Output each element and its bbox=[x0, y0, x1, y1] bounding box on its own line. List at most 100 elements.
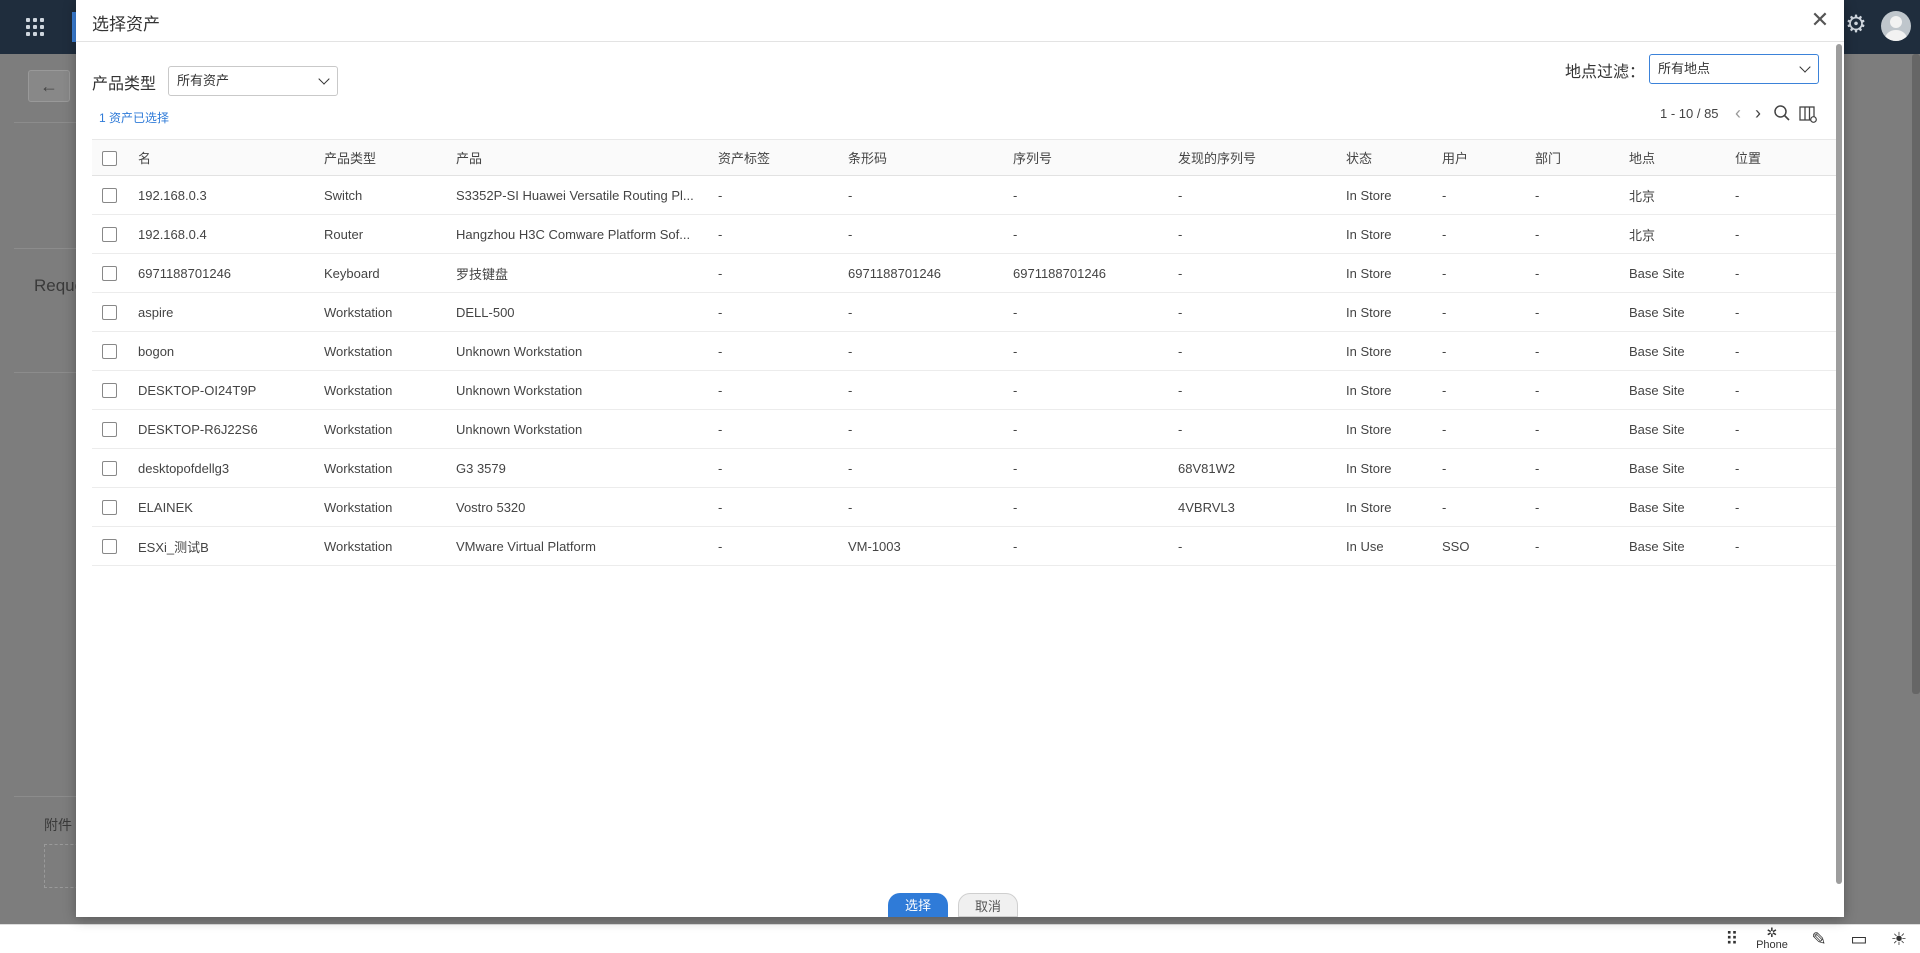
column-header-state[interactable]: 状态 bbox=[1346, 139, 1442, 176]
page-scrollbar[interactable] bbox=[1912, 54, 1920, 694]
divider bbox=[14, 248, 84, 249]
dialog-scrollbar[interactable] bbox=[1836, 44, 1842, 884]
divider bbox=[14, 796, 84, 797]
column-header-serial[interactable]: 序列号 bbox=[1013, 139, 1178, 176]
cell-product-type: Workstation bbox=[324, 292, 456, 332]
cell-asset-tag: - bbox=[718, 448, 848, 488]
cell-user: - bbox=[1442, 409, 1535, 449]
column-header-asset-tag[interactable]: 资产标签 bbox=[718, 139, 848, 176]
cell-location: - bbox=[1735, 526, 1836, 566]
column-header-barcode[interactable]: 条形码 bbox=[848, 139, 1013, 176]
column-header-discovered-serial[interactable]: 发现的序列号 bbox=[1178, 139, 1346, 176]
cell-discovered-serial: - bbox=[1178, 292, 1346, 332]
cell-state: In Store bbox=[1346, 331, 1442, 371]
column-header-department[interactable]: 部门 bbox=[1535, 139, 1629, 176]
row-checkbox[interactable] bbox=[102, 422, 117, 438]
column-header-site[interactable]: 地点 bbox=[1629, 139, 1735, 176]
chevron-right-icon[interactable]: › bbox=[1750, 104, 1766, 122]
cell-location: - bbox=[1735, 292, 1836, 332]
location-filter-select[interactable]: 所有地点 bbox=[1649, 54, 1819, 84]
cell-discovered-serial: - bbox=[1178, 253, 1346, 293]
cell-department: - bbox=[1535, 370, 1629, 410]
product-type-select[interactable]: 所有资产 bbox=[168, 66, 338, 96]
cell-product-type: Workstation bbox=[324, 370, 456, 410]
row-checkbox[interactable] bbox=[102, 266, 117, 282]
close-icon[interactable]: ✕ bbox=[1808, 8, 1832, 32]
cell-user: - bbox=[1442, 331, 1535, 371]
edit-note-icon[interactable]: ✎ bbox=[1808, 929, 1830, 951]
lightbulb-icon[interactable]: ☀ bbox=[1888, 929, 1910, 951]
location-filter-value: 所有地点 bbox=[1658, 61, 1711, 76]
row-checkbox[interactable] bbox=[102, 461, 117, 477]
cell-location: - bbox=[1735, 175, 1836, 215]
table-row[interactable]: desktopofdellg3 Workstation G3 3579- - -68V8… bbox=[92, 448, 1836, 488]
cell-name: DESKTOP-OI24T9P bbox=[138, 370, 324, 410]
table-row[interactable]: aspire Workstation DELL-500- - - - In Store - - B… bbox=[92, 292, 1836, 332]
cell-location: - bbox=[1735, 253, 1836, 293]
table-row[interactable]: bogon Workstation Unknown Workstation - - - - I… bbox=[92, 331, 1836, 371]
select-button[interactable]: 选择 bbox=[888, 893, 948, 917]
table-row[interactable]: 6971188701246 Keyboard 罗技键盘 -6971188701246 6… bbox=[92, 253, 1836, 293]
column-header-location[interactable]: 位置 bbox=[1735, 139, 1836, 176]
cell-barcode: - bbox=[848, 370, 1013, 410]
cell-asset-tag: - bbox=[718, 487, 848, 527]
row-checkbox[interactable] bbox=[102, 227, 117, 243]
cell-barcode: - bbox=[848, 175, 1013, 215]
row-checkbox[interactable] bbox=[102, 188, 117, 204]
column-header-product[interactable]: 产品 bbox=[456, 139, 718, 176]
cell-product: Vostro 5320 bbox=[456, 487, 718, 527]
cell-department: - bbox=[1535, 487, 1629, 527]
table-row[interactable]: ESXi_测试B Workstation VMware Virtual Platfo… bbox=[92, 526, 1836, 566]
row-checkbox[interactable] bbox=[102, 305, 117, 321]
search-icon[interactable] bbox=[1773, 104, 1791, 122]
cell-state: In Store bbox=[1346, 253, 1442, 293]
cell-serial: - bbox=[1013, 409, 1178, 449]
column-header-user[interactable]: 用户 bbox=[1442, 139, 1535, 176]
cell-product-type: Router bbox=[324, 214, 456, 254]
dialpad-icon[interactable]: ⠿ bbox=[1722, 929, 1742, 951]
cell-user: - bbox=[1442, 175, 1535, 215]
cell-serial: - bbox=[1013, 370, 1178, 410]
chevron-left-icon[interactable]: ‹ bbox=[1730, 104, 1746, 122]
divider bbox=[14, 122, 84, 123]
cell-department: - bbox=[1535, 175, 1629, 215]
cell-product-type: Workstation bbox=[324, 526, 456, 566]
table-row[interactable]: 192.168.0.3 Switch S3352P-SI Huawei Versat… bbox=[92, 175, 1836, 215]
column-settings-icon[interactable] bbox=[1799, 105, 1817, 123]
gear-icon[interactable]: ⚙ bbox=[1843, 12, 1869, 38]
cell-department: - bbox=[1535, 409, 1629, 449]
row-checkbox[interactable] bbox=[102, 383, 117, 399]
cell-product: G3 3579 bbox=[456, 448, 718, 488]
cell-site: Base Site bbox=[1629, 487, 1735, 527]
back-arrow-icon[interactable]: ← bbox=[28, 70, 70, 102]
table-row[interactable]: ELAINEK Workstation Vostro 5320- - -4VBRVL3 I… bbox=[92, 487, 1836, 527]
table-row[interactable]: DESKTOP-OI24T9P Workstation Unknown Workst… bbox=[92, 370, 1836, 410]
cell-site: Base Site bbox=[1629, 448, 1735, 488]
cell-barcode: VM-1003 bbox=[848, 526, 1013, 566]
row-checkbox[interactable] bbox=[102, 344, 117, 360]
cancel-button[interactable]: 取消 bbox=[958, 893, 1018, 917]
cell-barcode: - bbox=[848, 409, 1013, 449]
cell-discovered-serial: - bbox=[1178, 526, 1346, 566]
table-row[interactable]: 192.168.0.4 Router Hangzhou H3C Comware Pl… bbox=[92, 214, 1836, 254]
product-type-value: 所有资产 bbox=[177, 73, 230, 88]
cell-asset-tag: - bbox=[718, 409, 848, 449]
location-filter-label: 地点过滤： bbox=[1565, 64, 1646, 81]
cell-discovered-serial: - bbox=[1178, 331, 1346, 371]
column-header-product-type[interactable]: 产品类型 bbox=[324, 139, 456, 176]
column-header-name[interactable]: 名 bbox=[138, 139, 324, 176]
cell-name: ELAINEK bbox=[138, 487, 324, 527]
chat-icon[interactable]: ▭ bbox=[1848, 929, 1870, 951]
row-checkbox[interactable] bbox=[102, 539, 117, 555]
avatar[interactable] bbox=[1881, 11, 1911, 41]
phone-button[interactable]: ✲ Phone bbox=[1754, 926, 1790, 951]
asset-table: 名 产品类型 产品 资产标签 条形码 序列号 发现的序列号 状态 用户 部门 地… bbox=[92, 139, 1836, 566]
row-checkbox-cell bbox=[92, 214, 138, 254]
cell-discovered-serial: - bbox=[1178, 214, 1346, 254]
app-launcher-icon[interactable] bbox=[26, 18, 44, 36]
row-checkbox[interactable] bbox=[102, 500, 117, 516]
select-all-checkbox[interactable] bbox=[102, 150, 117, 166]
cell-barcode: - bbox=[848, 214, 1013, 254]
table-row[interactable]: DESKTOP-R6J22S6 Workstation Unknown Workst… bbox=[92, 409, 1836, 449]
selected-count-link[interactable]: 1 资产已选择 bbox=[99, 109, 169, 126]
